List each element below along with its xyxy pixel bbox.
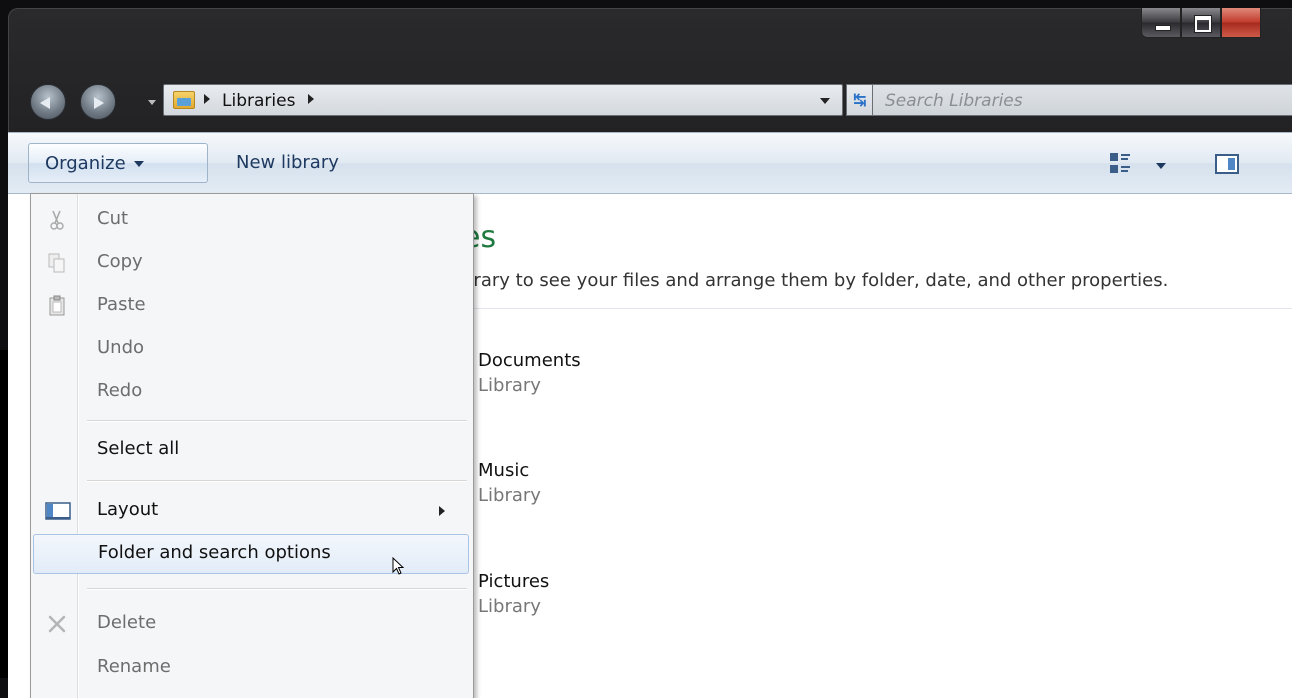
- scissors-icon: [45, 208, 69, 232]
- libraries-folder-icon: [173, 91, 195, 109]
- menu-item-label: Folder and search options: [98, 542, 331, 563]
- menu-item-paste[interactable]: Paste: [33, 286, 469, 326]
- menu-item-label: Undo: [97, 337, 145, 358]
- new-library-button[interactable]: New library: [220, 143, 355, 183]
- menu-item-label: Rename: [97, 656, 171, 677]
- preview-pane-icon[interactable]: [1215, 154, 1239, 174]
- menu-item-label: Select all: [97, 438, 180, 459]
- command-bar: Organize New library: [8, 132, 1292, 194]
- page-description: brary to see your files and arrange them…: [462, 270, 1169, 291]
- refresh-button[interactable]: ↹: [846, 84, 874, 116]
- breadcrumb-libraries[interactable]: Libraries: [222, 91, 295, 111]
- navigation-bar: Libraries ↹ Search Libraries: [8, 80, 1292, 120]
- library-name: Music: [478, 460, 530, 481]
- delete-icon: [45, 612, 69, 636]
- library-item-music[interactable]: Music Library: [478, 460, 541, 506]
- library-type: Library: [478, 485, 541, 506]
- menu-item-folder-and-search-options[interactable]: Folder and search options: [33, 534, 469, 575]
- address-bar[interactable]: Libraries: [163, 84, 843, 116]
- library-name: Pictures: [478, 571, 550, 592]
- clipboard-icon: [45, 294, 69, 318]
- search-placeholder: Search Libraries: [885, 91, 1023, 111]
- menu-item-label: Redo: [97, 380, 143, 401]
- breadcrumb-chevron-icon[interactable]: [204, 94, 210, 104]
- library-type: Library: [478, 375, 541, 396]
- menu-item-label: Paste: [97, 294, 146, 315]
- menu-item-rename[interactable]: Rename: [33, 648, 469, 688]
- menu-item-label: Layout: [97, 499, 159, 520]
- menu-item-label: Copy: [97, 251, 143, 272]
- menu-item-redo[interactable]: Redo: [33, 372, 469, 412]
- menu-item-undo[interactable]: Undo: [33, 329, 469, 369]
- address-history-dropdown-icon[interactable]: [820, 98, 830, 104]
- back-button[interactable]: [30, 84, 66, 120]
- minimize-icon: [1155, 25, 1171, 31]
- organize-menu: Cut Copy Paste Undo Redo Select all Layo…: [30, 193, 474, 698]
- menu-separator: [87, 420, 467, 422]
- refresh-icon: ↹: [853, 90, 867, 109]
- forward-arrow-icon: [94, 97, 104, 109]
- forward-button[interactable]: [80, 84, 116, 120]
- minimize-button[interactable]: [1141, 8, 1181, 38]
- explorer-window: Libraries ↹ Search Libraries Organize Ne…: [8, 8, 1292, 698]
- change-view-icon[interactable]: [1110, 153, 1130, 175]
- submenu-arrow-icon: [439, 506, 445, 516]
- organize-label: Organize: [45, 153, 126, 174]
- maximize-icon: [1195, 16, 1211, 32]
- menu-item-layout[interactable]: Layout: [33, 491, 469, 531]
- maximize-button[interactable]: [1181, 8, 1221, 38]
- recent-pages-dropdown[interactable]: [148, 100, 156, 105]
- menu-item-label: Delete: [97, 612, 157, 633]
- library-item-pictures[interactable]: Pictures Library: [478, 571, 549, 617]
- menu-separator: [87, 480, 467, 482]
- menu-item-cut[interactable]: Cut: [33, 200, 469, 240]
- window-controls: [1141, 8, 1261, 42]
- menu-item-label: Cut: [97, 208, 129, 229]
- organize-button[interactable]: Organize: [28, 143, 208, 183]
- view-options-chevron-icon[interactable]: [1156, 163, 1166, 169]
- library-name: Documents: [478, 350, 581, 371]
- divider: [462, 308, 1292, 309]
- menu-item-select-all[interactable]: Select all: [33, 430, 469, 470]
- close-button[interactable]: [1221, 8, 1261, 38]
- layout-icon: [45, 499, 71, 523]
- menu-separator: [87, 588, 467, 590]
- copy-icon: [45, 251, 69, 275]
- library-type: Library: [478, 596, 541, 617]
- chevron-down-icon: [133, 161, 144, 167]
- search-box[interactable]: Search Libraries: [872, 84, 1292, 116]
- breadcrumb-chevron-icon[interactable]: [308, 94, 314, 104]
- menu-item-delete[interactable]: Delete: [33, 604, 469, 644]
- menu-item-copy[interactable]: Copy: [33, 243, 469, 283]
- library-item-documents[interactable]: Documents Library: [478, 350, 581, 396]
- back-arrow-icon: [40, 97, 50, 109]
